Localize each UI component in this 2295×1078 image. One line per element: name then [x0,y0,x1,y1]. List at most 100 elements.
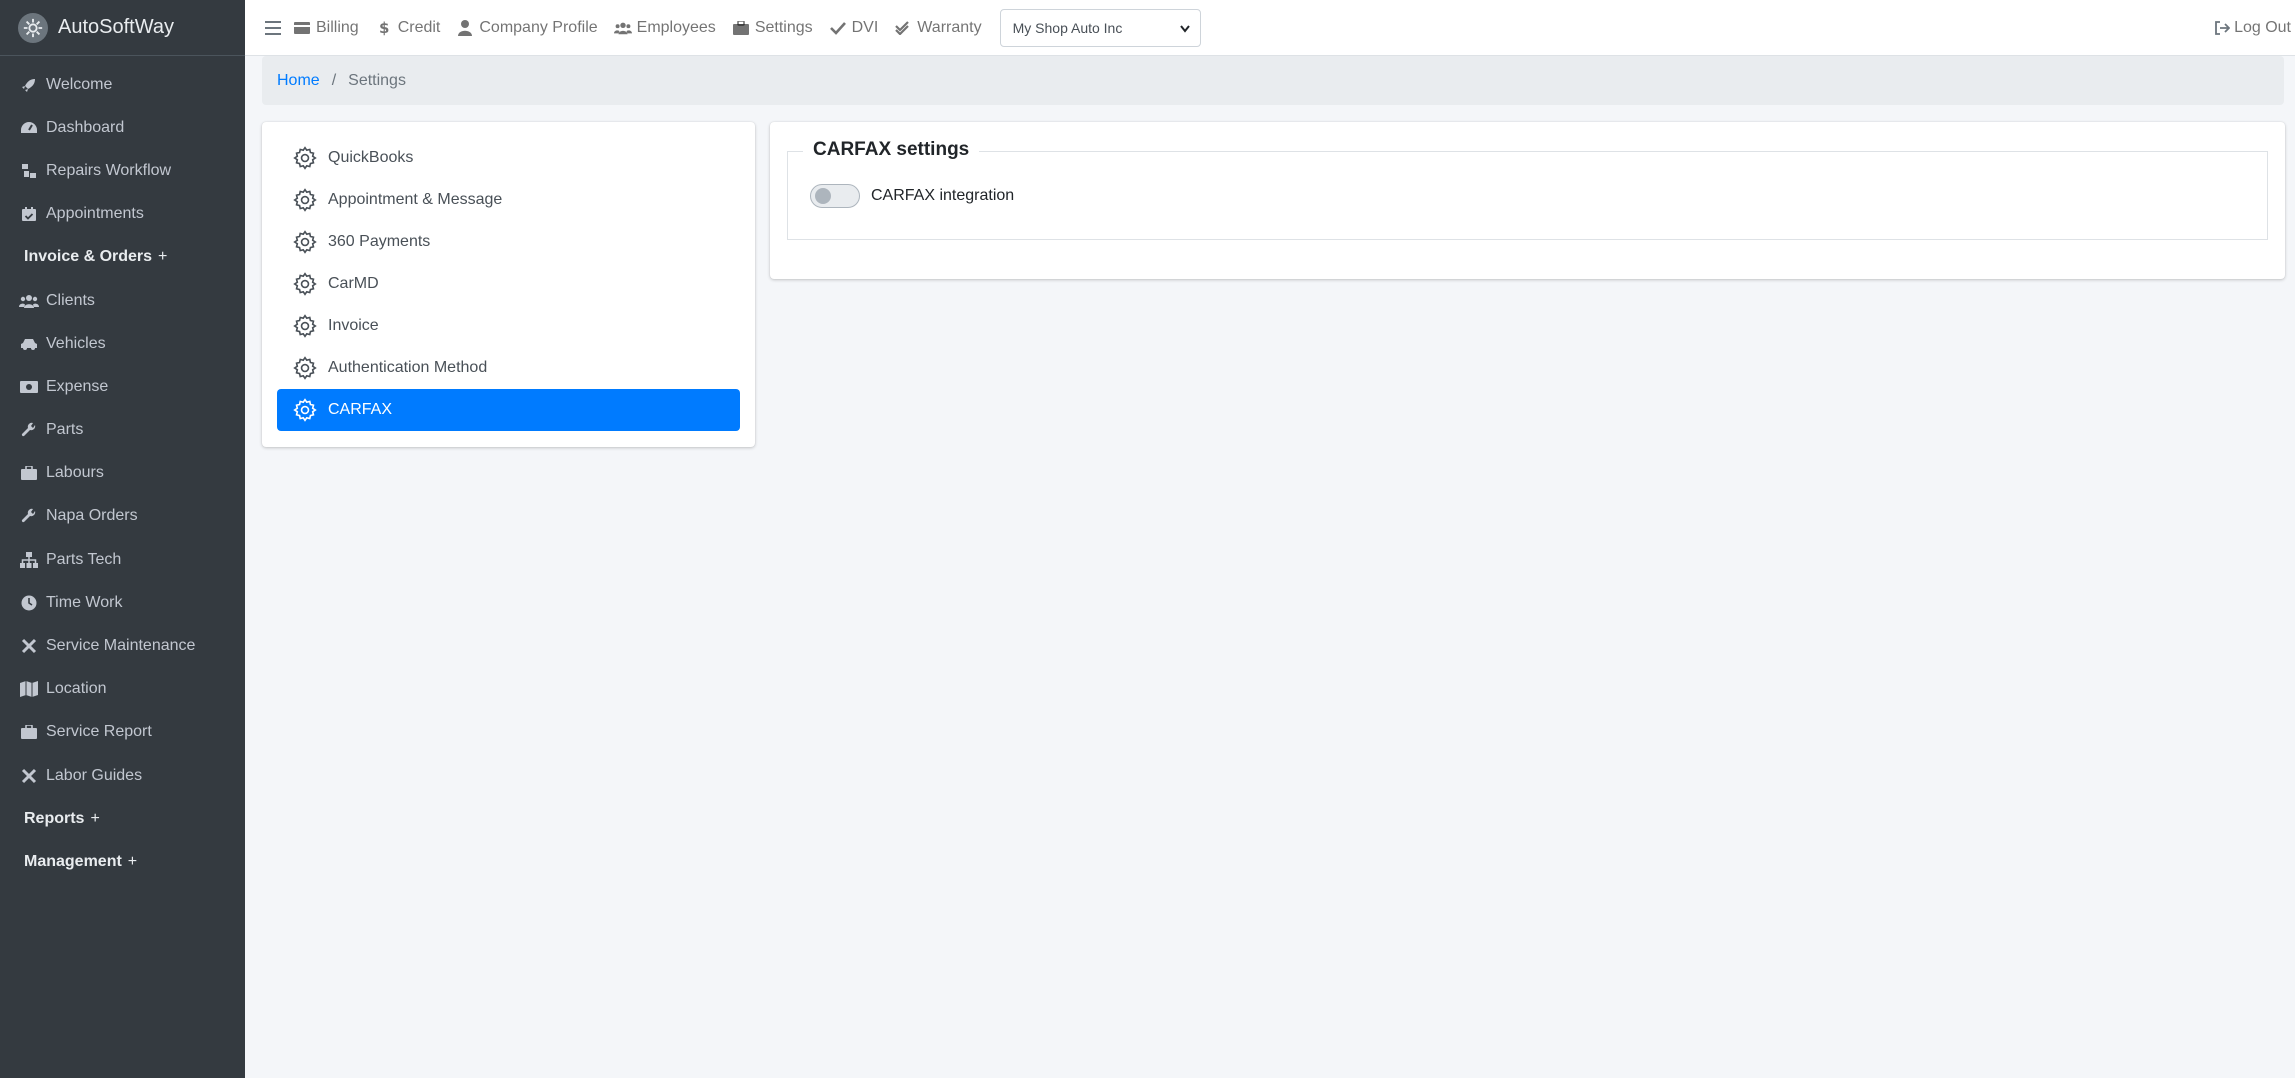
tools-icon [18,636,40,656]
settings-item-label: CarMD [328,275,379,292]
tools-icon [18,766,40,786]
breadcrumb: Home / Settings [262,56,2284,105]
logout-link[interactable]: Log Out [2214,0,2291,56]
sidebar-item-label: Parts Tech [46,550,122,568]
settings-item-carmd[interactable]: CarMD [277,263,740,305]
sidebar-item-welcome[interactable]: Welcome [0,63,245,106]
sitemap-icon [18,550,40,570]
sidebar-item-service-report[interactable]: Service Report [0,711,245,754]
sidebar-item-parts[interactable]: Parts [0,409,245,452]
gear-icon [292,145,318,171]
sidebar-item-label: Welcome [46,75,113,93]
brand[interactable]: AutoSoftWay [0,0,245,56]
gear-icon [292,229,318,255]
billing-icon [293,19,311,37]
nav-link-label: DVI [851,18,879,36]
sidebar-item-time-work[interactable]: Time Work [0,581,245,624]
sidebar-item-invoice-and-orders[interactable]: Invoice & Orders + [0,236,245,279]
sidebar-item-vehicles[interactable]: Vehicles [0,322,245,365]
nav-link-dvi[interactable]: DVI [829,18,879,37]
sidebar: AutoSoftWay Welcome Dashboard Repairs Work… [0,0,245,1078]
toggle-knob [815,188,831,204]
briefcase-icon [18,722,40,742]
nav-link-warranty[interactable]: Warranty [894,19,982,37]
rocket-icon [18,75,40,95]
sidebar-item-label: Clients [46,291,95,309]
settings-item-label: Appointment & Message [328,191,503,208]
sidebar-item-labor-guides[interactable]: Labor Guides [0,754,245,797]
sidebar-item-label: Expense [46,377,109,395]
sidebar-item-label: Parts [46,421,84,439]
sidebar-item-parts-tech[interactable]: Parts Tech [0,538,245,581]
sidebar-item-expense[interactable]: Expense [0,365,245,408]
settings-item-label: Invoice [328,317,379,334]
nav-link-employees[interactable]: Employees [613,18,716,37]
sidebar-item-location[interactable]: Location [0,668,245,711]
settings-menu-list: QuickBooks Appointment & Message 360 Payme… [277,137,740,431]
sign-out-icon [2214,21,2231,35]
settings-item-label: CARFAX [328,401,393,418]
expand-icon: + [127,852,138,870]
sidebar-item-label: Management [24,852,122,870]
sidebar-item-label: Reports [24,809,85,827]
gear-icon [292,187,318,213]
sidebar-item-label: Location [46,680,107,698]
settings-item-invoice[interactable]: Invoice [277,305,740,347]
calendar-check-icon [18,204,40,224]
tachometer-icon [18,118,40,138]
nav-link-credit[interactable]: $ Credit [375,19,441,37]
nav-link-label: Employees [636,18,716,36]
carfax-settings-legend: CARFAX settings [803,139,980,161]
users-icon [18,291,40,311]
expand-icon: + [90,809,100,827]
settings-item-360-payments[interactable]: 360 Payments [277,221,740,263]
wrench-icon [18,420,40,440]
sidebar-item-label: Service Maintenance [46,637,196,655]
sidebar-item-management[interactable]: Management + [0,840,245,883]
sidebar-item-label: Dashboard [46,118,125,136]
settings-item-label: QuickBooks [328,149,414,166]
carfax-integration-label[interactable]: CARFAX integration [871,187,1014,205]
dollar-icon: $ [375,19,393,37]
money-bill-icon [18,377,40,397]
sidebar-item-clients[interactable]: Clients [0,279,245,322]
sidebar-item-napa-orders[interactable]: Napa Orders [0,495,245,538]
settings-item-carfax[interactable]: CARFAX [277,389,740,431]
sidebar-item-appointments[interactable]: Appointments [0,193,245,236]
sidebar-item-label: Service Report [46,723,152,741]
breadcrumb-separator: / [331,71,337,89]
top-navbar: Billing $ Credit Company Profile Employees Se… [245,0,2295,56]
double-check-icon [894,19,912,37]
settings-item-authentication-method[interactable]: Authentication Method [277,347,740,389]
sidebar-item-service-maintenance[interactable]: Service Maintenance [0,624,245,667]
hamburger-menu-icon[interactable] [253,20,293,35]
nav-link-billing[interactable]: Billing [293,19,359,37]
settings-item-appointment-and-message[interactable]: Appointment & Message [277,179,740,221]
nav-link-company-profile[interactable]: Company Profile [456,18,598,37]
breadcrumb-home[interactable]: Home [277,72,320,90]
workflow-icon [18,161,40,181]
shop-select[interactable]: My Shop Auto Inc [999,8,1201,47]
logo-icon [18,12,48,43]
carfax-integration-toggle[interactable] [810,184,860,208]
settings-item-quickbooks[interactable]: QuickBooks [277,137,740,179]
sidebar-item-label: Labor Guides [46,766,143,784]
car-icon [18,334,40,354]
sidebar-item-repairs-workflow[interactable]: Repairs Workflow [0,149,245,192]
expand-icon: + [158,248,168,266]
nav-link-label: Billing [316,18,359,36]
nav-link-label: Company Profile [479,18,598,36]
sidebar-item-label: Labours [46,464,104,482]
sidebar-item-label: Appointments [46,205,144,223]
sidebar-item-labours[interactable]: Labours [0,452,245,495]
sidebar-item-label: Repairs Workflow [46,161,172,179]
map-icon [18,679,40,699]
sidebar-item-dashboard[interactable]: Dashboard [0,106,245,149]
top-links: Billing $ Credit Company Profile Employees Se… [293,19,998,37]
sidebar-item-reports[interactable]: Reports + [0,797,245,840]
nav-link-settings[interactable]: Settings [732,19,813,37]
carfax-integration-row: CARFAX integration [810,184,1014,208]
check-icon [829,19,847,37]
wrench-icon [18,506,40,526]
shop-select-value: My Shop Auto Inc [1012,19,1123,36]
